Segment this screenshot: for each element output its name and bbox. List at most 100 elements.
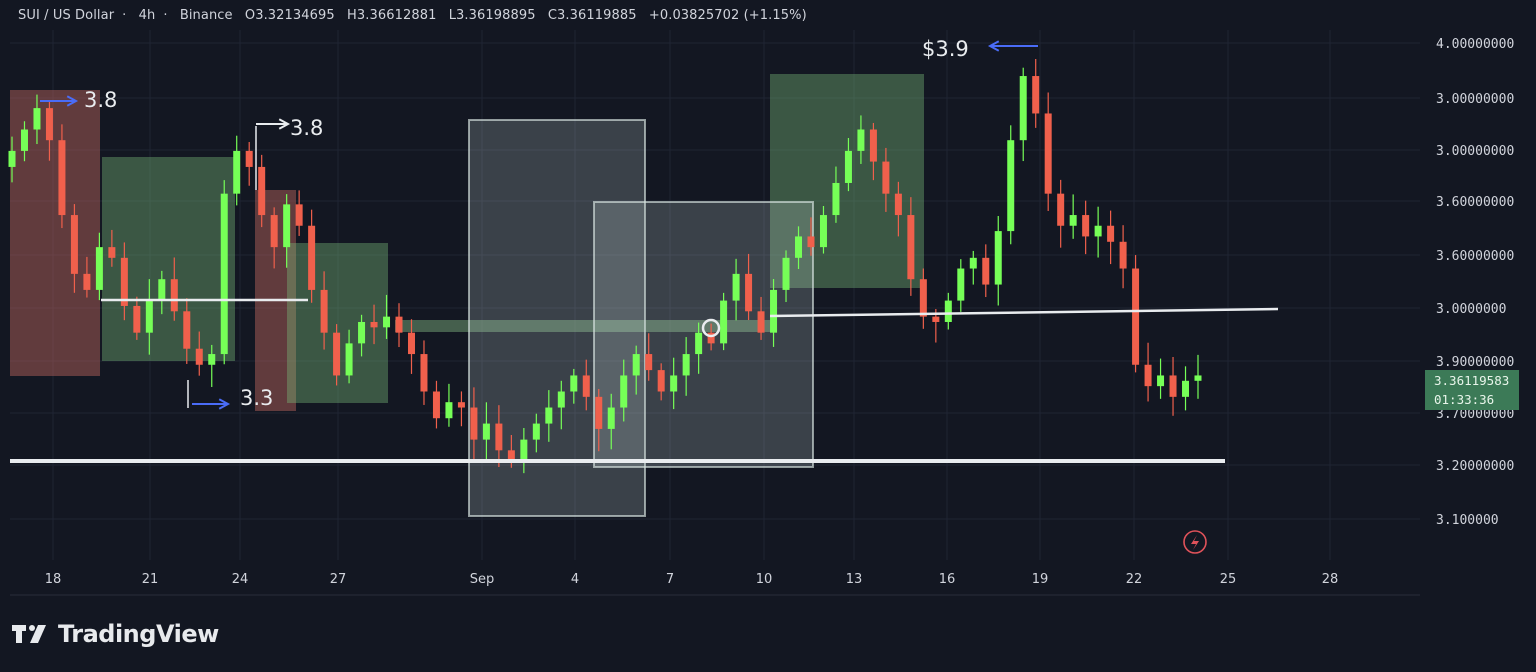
candle-down — [432, 391, 440, 419]
candle-up — [844, 150, 852, 183]
candle-down — [869, 129, 877, 162]
price-tick-label: 3.20000000 — [1436, 459, 1514, 474]
candle-up — [632, 354, 640, 376]
candle-down — [1082, 215, 1090, 237]
candle-down — [582, 375, 590, 397]
price-chart[interactable]: 4.00000000 3.00000000 3.00000000 3.60000000… — [0, 0, 1536, 672]
candle-up — [857, 129, 865, 151]
last-price-label: 3.36119583 — [1434, 373, 1510, 388]
candle-up — [445, 402, 453, 419]
price-axis: 4.00000000 3.00000000 3.00000000 3.60000000… — [1436, 37, 1514, 528]
candle-down — [420, 354, 428, 392]
candle-down — [882, 161, 890, 194]
candle-up — [482, 423, 490, 440]
candle-down — [907, 215, 915, 280]
candle-up — [8, 150, 16, 167]
candle-down — [70, 215, 78, 274]
candle-down — [108, 247, 116, 258]
candle-down — [807, 236, 815, 248]
time-tick-label: 22 — [1126, 572, 1143, 587]
price-tick-label: 3.00000000 — [1436, 92, 1514, 107]
candle-down — [270, 215, 278, 248]
candle-up — [682, 354, 690, 376]
candle-down — [295, 204, 303, 226]
candle-down — [58, 140, 66, 216]
candle-down — [1169, 375, 1177, 397]
candle-up — [345, 343, 353, 376]
candle-up — [1094, 225, 1102, 237]
candle-up — [1182, 380, 1190, 397]
candle-down — [170, 279, 178, 312]
candle-up — [158, 279, 166, 301]
candle-up — [607, 407, 615, 429]
price-tick-label: 3.00000000 — [1436, 144, 1514, 159]
candle-down — [470, 407, 478, 440]
candle-up — [770, 289, 778, 333]
candle-down — [120, 257, 128, 306]
price-tick-label: 4.00000000 — [1436, 37, 1514, 52]
candle-up — [20, 129, 28, 151]
time-tick-label: 18 — [45, 572, 62, 587]
candle-up — [782, 257, 790, 290]
price-tick-label: 3.0000000 — [1436, 302, 1506, 317]
candle-up — [732, 273, 740, 301]
candle-up — [283, 204, 291, 248]
candle-down — [982, 257, 990, 285]
candle-down — [595, 396, 603, 429]
candle-down — [894, 193, 902, 216]
time-tick-label: 27 — [330, 572, 347, 587]
price-tick-label: 3.90000000 — [1436, 355, 1514, 370]
candle-up — [570, 375, 578, 392]
candle-up — [795, 236, 803, 258]
time-tick-label: 13 — [846, 572, 863, 587]
time-tick-label: 21 — [142, 572, 159, 587]
candle-up — [545, 407, 553, 424]
level-line — [769, 307, 1279, 318]
candle-up — [1007, 140, 1015, 232]
annotation-3-3: 3.3 — [240, 386, 273, 410]
candle-up — [944, 300, 952, 322]
candle-down — [657, 370, 665, 392]
last-price-tag: 3.36119583 01:33:36 — [1425, 370, 1519, 410]
candle-up — [957, 268, 965, 301]
time-tick-label: 25 — [1220, 572, 1237, 587]
tradingview-wordmark: TradingView — [58, 620, 219, 648]
candle-down — [258, 166, 266, 216]
annotation-3-8-left: 3.8 — [84, 88, 117, 112]
candle-down — [1144, 364, 1152, 387]
candle-up — [1019, 76, 1027, 141]
candle-down — [757, 311, 765, 333]
candle-down — [320, 289, 328, 333]
time-tick-label: 10 — [756, 572, 773, 587]
candle-down — [1119, 241, 1127, 269]
candle-down — [932, 316, 940, 322]
candle-down — [495, 423, 503, 451]
candle-down — [83, 273, 91, 290]
time-tick-label: 24 — [232, 572, 249, 587]
candle-up — [220, 193, 228, 355]
tradingview-logo[interactable]: TradingView — [12, 618, 219, 650]
candle-up — [720, 300, 728, 344]
candle-up — [1069, 215, 1077, 226]
candle-up — [383, 316, 391, 328]
candle-up — [208, 354, 216, 365]
tradingview-logo-icon — [12, 625, 46, 643]
candle-up — [95, 247, 103, 290]
annotation-3-8-mid: 3.8 — [290, 116, 323, 140]
candle-up — [994, 231, 1002, 285]
candle-down — [745, 273, 753, 312]
candle-down — [333, 332, 341, 376]
time-axis: 18 21 24 27 Sep 4 7 10 13 16 19 22 25 28 — [45, 572, 1339, 587]
candle-up — [695, 332, 703, 355]
time-tick-label: 28 — [1322, 572, 1339, 587]
candle-down — [195, 348, 203, 365]
candle-up — [358, 321, 366, 344]
time-tick-label: 7 — [666, 572, 674, 587]
candle-down — [1032, 76, 1040, 114]
candle-down — [45, 108, 53, 141]
drawn-zones — [10, 74, 924, 517]
lightning-icon — [1191, 535, 1199, 550]
candle-up — [1194, 375, 1202, 381]
range-box — [593, 201, 814, 468]
candle-up — [969, 257, 977, 269]
